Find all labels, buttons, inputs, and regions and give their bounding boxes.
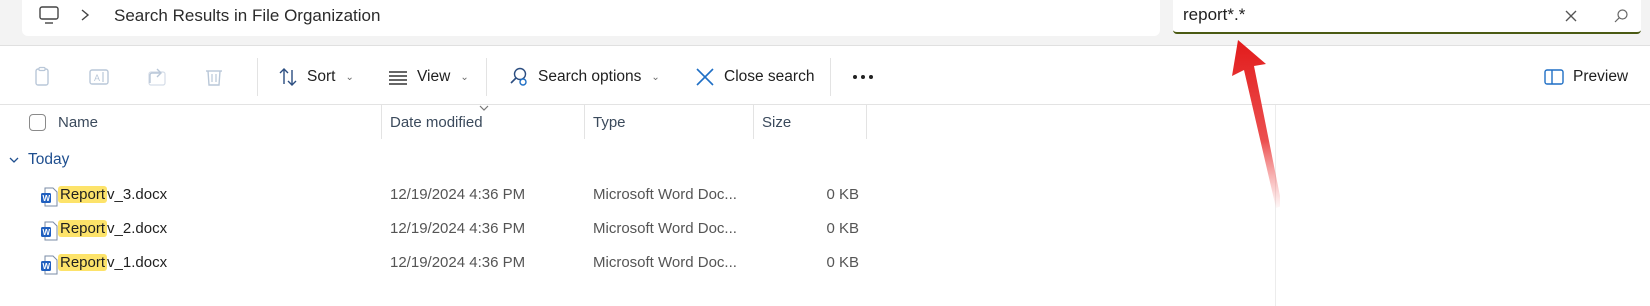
file-type: Microsoft Word Doc... <box>593 254 737 271</box>
preview-pane-icon <box>1544 69 1564 85</box>
more-options-button[interactable] <box>851 61 875 93</box>
search-box[interactable] <box>1173 0 1641 34</box>
close-search-button[interactable]: Close search <box>694 61 814 93</box>
column-separator[interactable] <box>753 105 754 139</box>
view-icon <box>389 71 407 85</box>
sort-button[interactable]: Sort ⌄ <box>277 61 354 93</box>
delete-icon[interactable] <box>203 66 225 88</box>
file-name: Report v_2.docx <box>58 220 168 237</box>
sort-icon <box>279 68 297 86</box>
command-bar: A Sort ⌄ View ⌄ Search options ⌄ Close s… <box>0 47 1650 105</box>
file-row[interactable]: W Report v_1.docx 12/19/2024 4:36 PM Micr… <box>0 247 1275 281</box>
column-header-date-modified[interactable]: Date modified <box>390 105 483 139</box>
file-date: 12/19/2024 4:36 PM <box>390 186 526 203</box>
share-icon[interactable] <box>146 66 168 88</box>
chevron-down-icon <box>9 157 19 163</box>
file-date: 12/19/2024 4:36 PM <box>390 220 526 237</box>
annotation-arrow <box>1232 40 1280 208</box>
chevron-down-icon: ⌄ <box>345 71 354 83</box>
address-location[interactable]: Search Results in File Organization <box>114 6 380 26</box>
svg-text:W: W <box>43 228 51 237</box>
chevron-down-icon: ⌄ <box>651 71 660 83</box>
word-document-icon: W <box>41 187 58 207</box>
preview-button[interactable]: Preview <box>1543 61 1628 93</box>
column-separator[interactable] <box>381 105 382 139</box>
view-button[interactable]: View ⌄ <box>387 61 469 93</box>
file-date: 12/19/2024 4:36 PM <box>390 254 526 271</box>
file-size: 0 KB <box>826 186 859 203</box>
search-match-highlight: Report <box>58 186 108 203</box>
search-options-icon <box>510 67 527 86</box>
file-name-rest: v_2.docx <box>107 220 168 237</box>
column-separator[interactable] <box>584 105 585 139</box>
column-header-name[interactable]: Name <box>58 105 98 139</box>
command-separator <box>830 58 831 96</box>
select-all-checkbox[interactable] <box>29 114 46 131</box>
file-name: Report v_3.docx <box>58 186 168 203</box>
close-icon[interactable] <box>1563 8 1579 24</box>
search-match-highlight: Report <box>58 254 108 271</box>
column-header-size[interactable]: Size <box>762 105 791 139</box>
svg-text:W: W <box>43 194 51 203</box>
chevron-down-icon: ⌄ <box>460 71 469 83</box>
file-type: Microsoft Word Doc... <box>593 186 737 203</box>
word-document-icon: W <box>41 221 58 241</box>
view-label: View <box>417 68 451 85</box>
this-pc-icon[interactable] <box>38 4 60 26</box>
preview-label: Preview <box>1573 68 1629 85</box>
close-search-label: Close search <box>724 68 815 85</box>
file-row[interactable]: W Report v_2.docx 12/19/2024 4:36 PM Micr… <box>0 213 1275 247</box>
group-label: Today <box>28 151 70 168</box>
file-size: 0 KB <box>826 220 859 237</box>
command-separator <box>486 58 487 96</box>
search-match-highlight: Report <box>58 220 108 237</box>
word-document-icon: W <box>41 255 58 275</box>
command-separator <box>257 58 258 96</box>
more-icon <box>853 75 873 79</box>
file-row[interactable]: W Report v_3.docx 12/19/2024 4:36 PM Micr… <box>0 179 1275 213</box>
file-type: Microsoft Word Doc... <box>593 220 737 237</box>
search-input[interactable] <box>1183 5 1523 25</box>
file-name-rest: v_3.docx <box>107 186 168 203</box>
top-bar: Search Results in File Organization <box>0 0 1650 46</box>
close-icon <box>696 68 714 86</box>
search-options-label: Search options <box>538 68 642 85</box>
svg-text:W: W <box>43 262 51 271</box>
column-separator[interactable] <box>866 105 867 139</box>
file-name: Report v_1.docx <box>58 254 168 271</box>
copy-icon[interactable] <box>31 66 53 88</box>
svg-text:A: A <box>94 73 100 83</box>
search-icon[interactable] <box>1613 8 1629 24</box>
search-options-button[interactable]: Search options ⌄ <box>508 61 660 93</box>
sort-label: Sort <box>307 68 336 85</box>
file-size: 0 KB <box>826 254 859 271</box>
group-header-today[interactable]: Today <box>8 151 69 169</box>
chevron-right-icon[interactable] <box>78 8 92 22</box>
column-header-type[interactable]: Type <box>593 105 626 139</box>
file-name-rest: v_1.docx <box>107 254 168 271</box>
rename-icon[interactable]: A <box>88 66 110 88</box>
